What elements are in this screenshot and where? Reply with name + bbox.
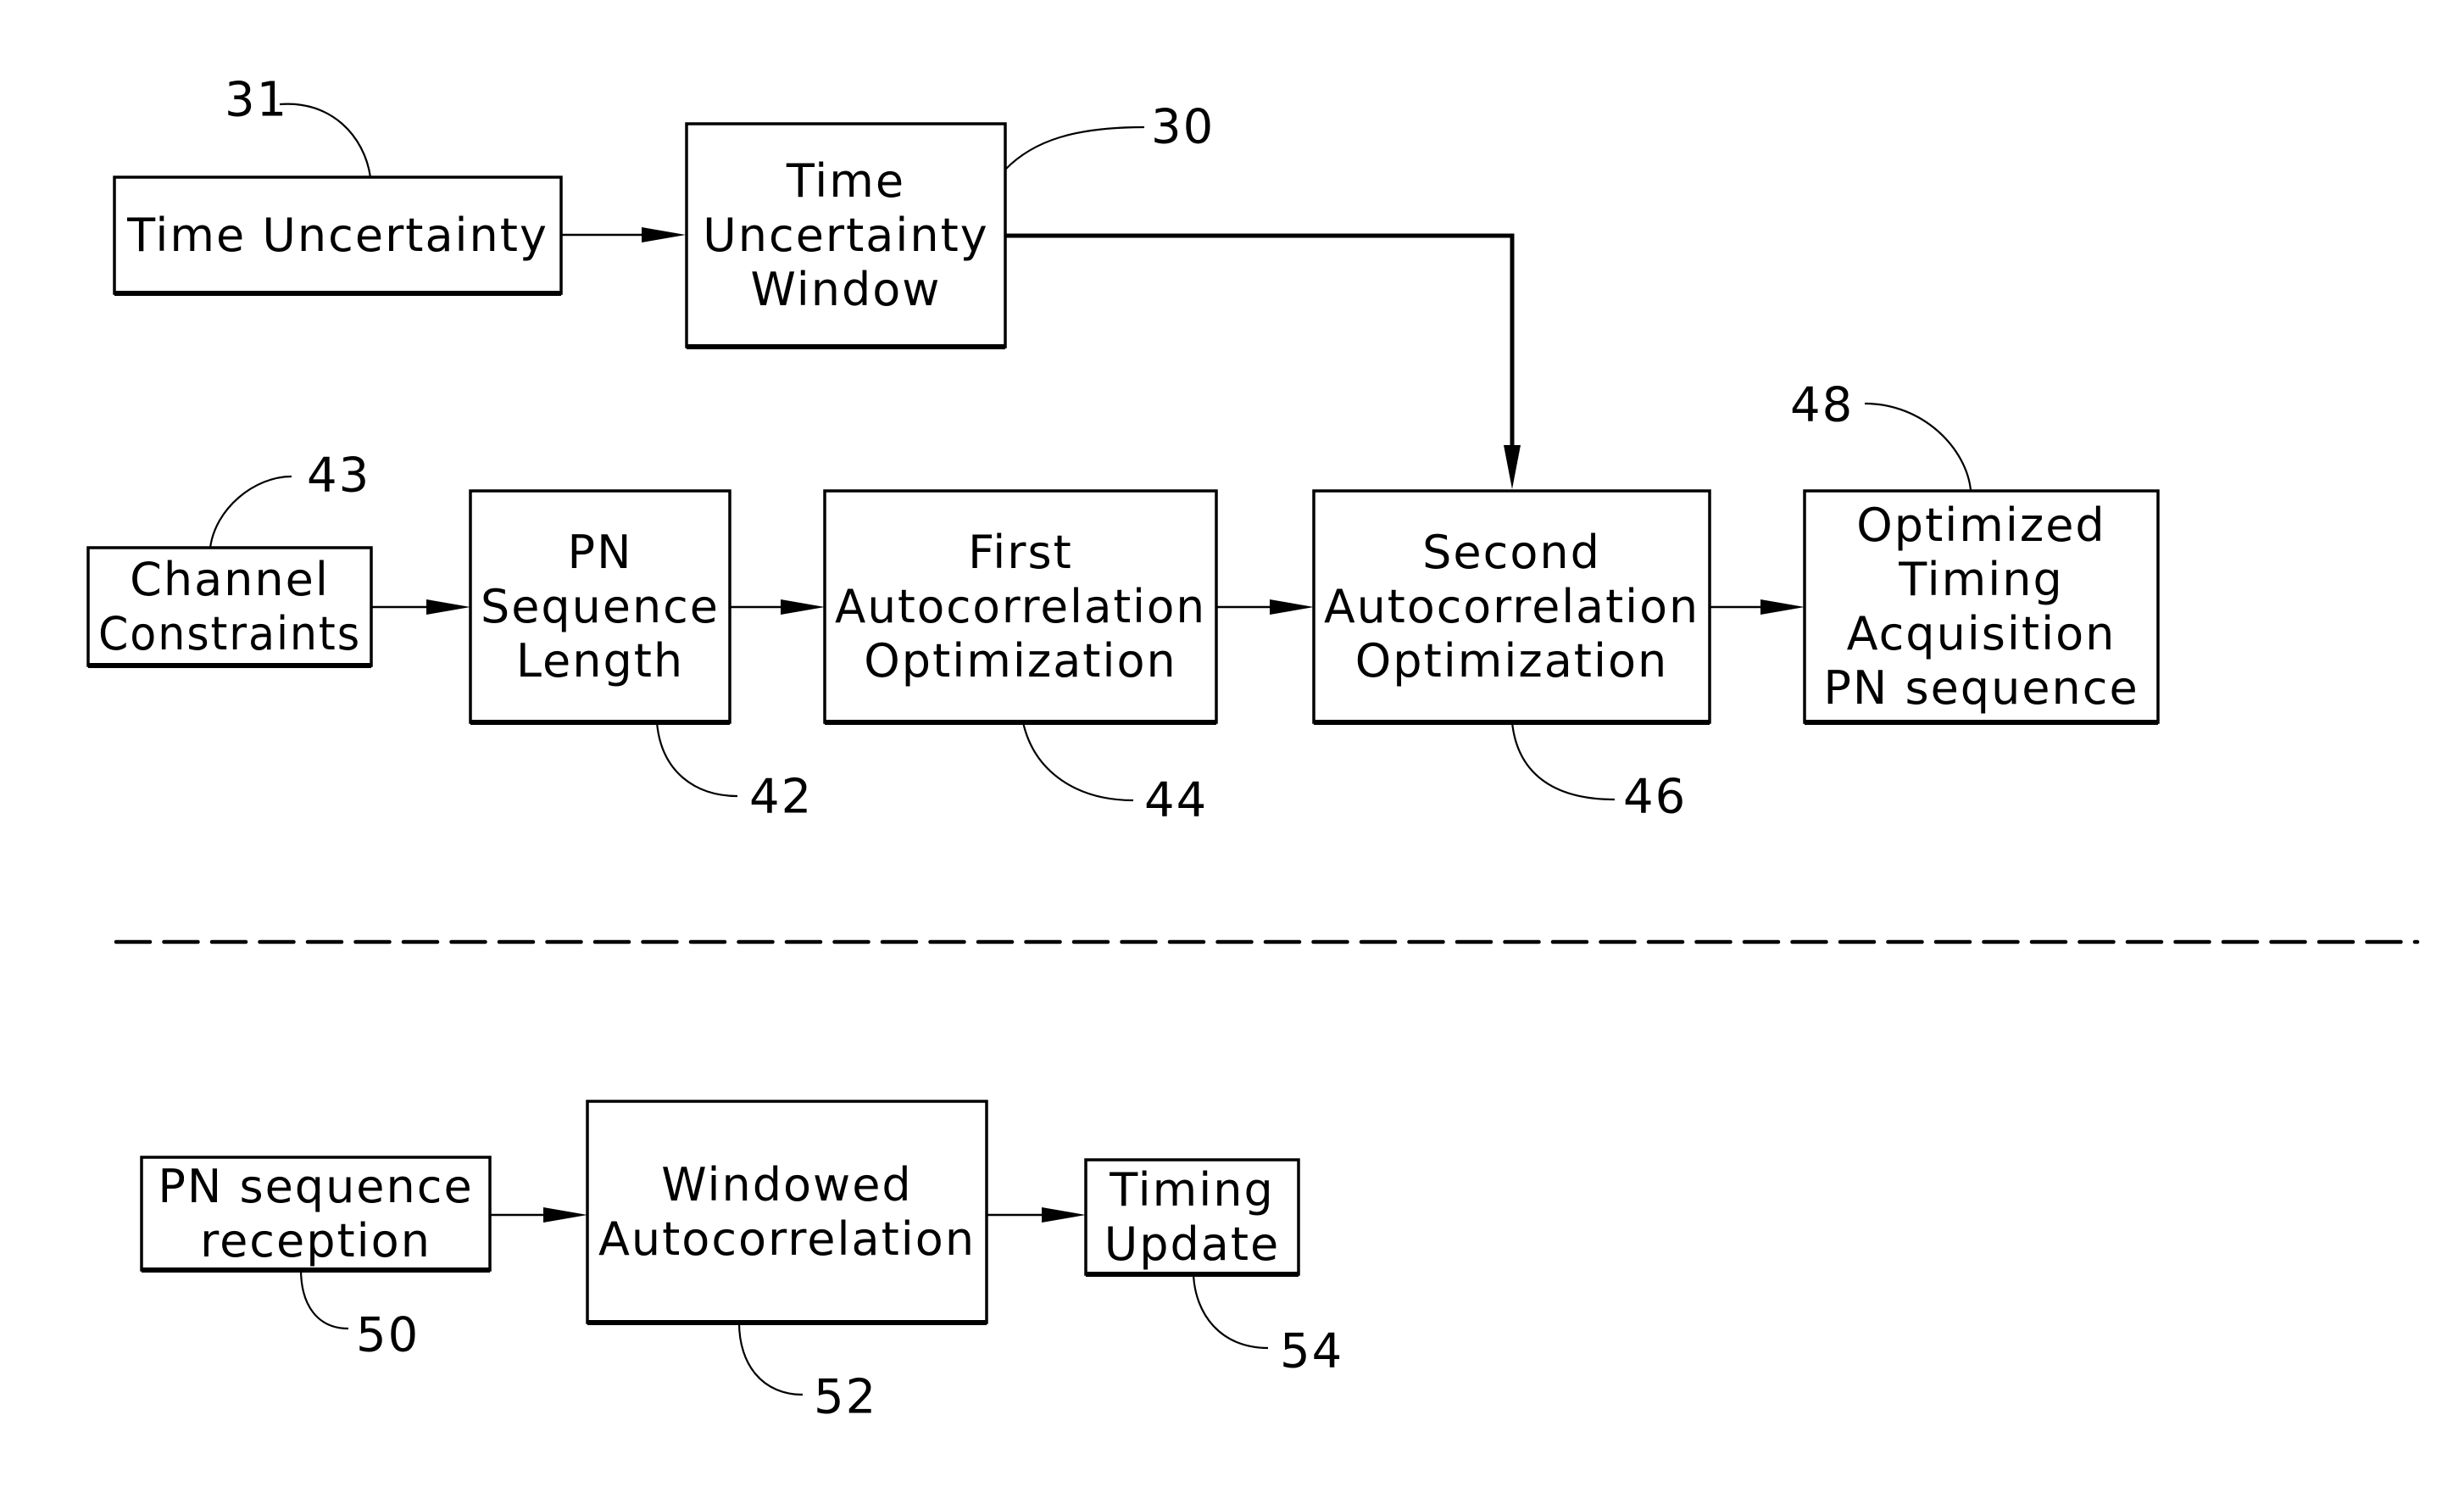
block-timing-update: TimingUpdate (1084, 1158, 1300, 1277)
block-label-line: Uncertainty (703, 209, 988, 262)
block-label-line: Timing (1109, 1163, 1274, 1217)
block-first-autocorrelation-optimization: FirstAutocorrelationOptimization (823, 489, 1218, 725)
block-label-line: Window (751, 263, 942, 316)
block-label-line: Autocorrelation (835, 580, 1206, 633)
arrowhead-into-46-side (1270, 599, 1314, 615)
arrowhead-into-30 (642, 227, 686, 242)
block-diagram: Time UncertaintyTimeUncertaintyWindowCha… (86, 73, 2420, 1425)
leader-43 (209, 475, 292, 549)
block-optimized-timing-acquisition-pn-sequence: OptimizedTimingAcquisitionPN sequence (1803, 489, 2160, 725)
leader-52 (737, 1322, 804, 1396)
block-label-line: Autocorrelation (1324, 580, 1699, 633)
ref-52: 52 (814, 1370, 877, 1425)
block-label-line: Time (786, 154, 905, 208)
block-time-uncertainty-window: TimeUncertaintyWindow (685, 122, 1007, 349)
ref-50: 50 (356, 1308, 420, 1363)
block-label-line: PN (568, 526, 633, 579)
block-label-line: PN sequence (158, 1160, 473, 1213)
ref-31: 31 (225, 73, 288, 128)
ref-54: 54 (1280, 1324, 1343, 1379)
block-label-line: First (968, 526, 1073, 579)
leader-46 (1510, 721, 1616, 801)
block-windowed-autocorrelation: WindowedAutocorrelation (586, 1100, 988, 1325)
block-label-line: reception (200, 1214, 431, 1267)
block-pn-sequence-length: PNSequenceLength (469, 489, 731, 725)
block-label-line: Time Uncertainty (126, 209, 548, 262)
leader-31 (279, 103, 372, 178)
block-label-line: Autocorrelation (598, 1212, 976, 1266)
arrowhead-into-52 (543, 1207, 587, 1223)
block-label-line: Timing (1898, 553, 2063, 606)
block-channel-constraints: ChannelConstraints (86, 546, 373, 668)
leader-44 (1021, 721, 1134, 802)
block-label-line: Update (1104, 1217, 1281, 1271)
block-second-autocorrelation-optimization: SecondAutocorrelationOptimization (1312, 489, 1711, 725)
blocks: Time UncertaintyTimeUncertaintyWindowCha… (86, 122, 2160, 1325)
block-pn-sequence-reception: PN sequencereception (140, 1156, 492, 1273)
block-label-line: Optimization (864, 634, 1176, 688)
leader-50 (299, 1268, 349, 1330)
leader-42 (655, 721, 738, 798)
block-label-line: Constraints (98, 607, 361, 660)
block-label-line: Acquisition (1847, 607, 2116, 660)
leader-48 (1864, 402, 1972, 491)
block-label-line: Sequence (481, 580, 720, 633)
block-label-line: Optimized (1856, 499, 2105, 552)
arrowhead-into-48 (1760, 599, 1805, 615)
block-label-line: PN sequence (1823, 661, 2139, 715)
leader-30 (1004, 125, 1145, 170)
ref-44: 44 (1144, 773, 1208, 828)
leader-54 (1192, 1273, 1269, 1350)
arrowhead-into-54 (1042, 1207, 1086, 1223)
ref-42: 42 (749, 770, 813, 825)
ref-43: 43 (307, 448, 370, 504)
arrowhead-into-42 (426, 599, 470, 615)
arrowhead-into-44 (781, 599, 825, 615)
block-label-line: Channel (130, 553, 330, 606)
block-time-uncertainty: Time Uncertainty (113, 175, 563, 296)
block-label-line: Windowed (661, 1158, 912, 1212)
block-label-line: Second (1422, 526, 1601, 579)
arrowhead-into-46 (1504, 445, 1521, 489)
block-label-line: Optimization (1355, 634, 1668, 688)
connector-30-to-46 (1005, 233, 1515, 449)
ref-30: 30 (1151, 100, 1215, 155)
ref-48: 48 (1790, 378, 1854, 433)
block-label-line: Length (516, 634, 684, 688)
ref-46: 46 (1623, 770, 1687, 825)
